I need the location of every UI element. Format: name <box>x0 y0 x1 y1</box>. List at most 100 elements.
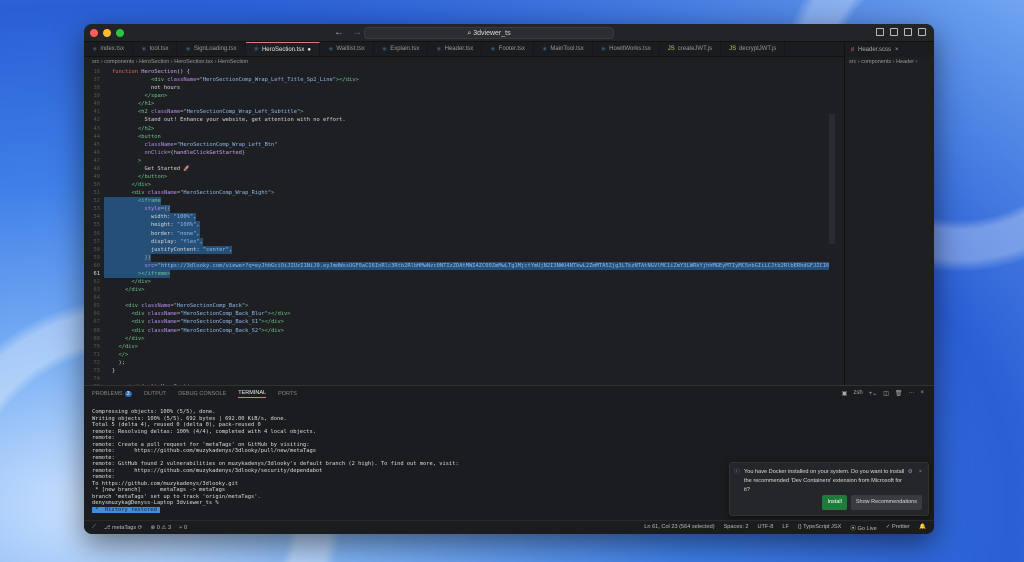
tab-ports[interactable]: PORTS <box>278 391 297 397</box>
line-number: 37 <box>93 77 101 84</box>
code-token: "HeroSectionComp_Wrap_Right" <box>180 190 272 197</box>
code-token: <iframe <box>137 198 161 205</box>
shell-selector[interactable]: zsh <box>853 390 862 397</box>
terminal-icon: ▣ <box>841 391 848 397</box>
code-text: justifyContent: "center", <box>104 245 233 254</box>
line-number: 42 <box>93 117 101 124</box>
back-arrow-icon[interactable]: ← <box>334 27 344 38</box>
ports-indicator[interactable]: ⑂ 0 <box>179 525 187 531</box>
language-mode[interactable]: {} TypeScript JSX <box>798 524 841 532</box>
forward-arrow-icon[interactable]: → <box>352 27 362 38</box>
branch-indicator[interactable]: ⎇ metaTags ⟳ <box>104 525 143 531</box>
tab-createjwt-js[interactable]: JS createJWT.js <box>660 42 722 56</box>
problems-count-badge: 3 <box>124 391 132 397</box>
code-token: className <box>147 190 177 197</box>
gear-icon[interactable]: ⚙ <box>908 468 913 477</box>
code-token: () { <box>176 69 190 75</box>
close-notification-icon[interactable]: × <box>919 468 922 477</box>
code-token: Get Started 🚀 <box>112 165 191 172</box>
line-number: 44 <box>93 133 101 140</box>
tab-signloading-tsx[interactable]: ⚛ SignLoading.tsx <box>177 42 246 56</box>
close-window-button[interactable] <box>90 28 98 37</box>
toggle-panel-icon[interactable] <box>890 28 898 36</box>
code-token: <div <box>131 319 148 326</box>
code-text: function HeroSection() { <box>104 68 190 76</box>
tab-explain-tsx[interactable]: ⚛ Explain.tsx <box>374 42 429 56</box>
tab-maintool-tsx[interactable]: ⚛ MainTool.tsx <box>534 42 593 56</box>
tsx-file-icon: ⚛ <box>490 46 496 53</box>
indentation[interactable]: Spaces: 2 <box>724 524 749 532</box>
tab-footer-tsx[interactable]: ⚛ Footer.tsx <box>482 42 535 56</box>
tab-waitlist-tsx[interactable]: ⚛ Waitlist.tsx <box>320 42 374 56</box>
prettier-status[interactable]: ✓ Prettier <box>886 524 910 532</box>
trash-icon[interactable]: 🗑 <box>895 390 903 397</box>
command-center-search[interactable]: ⌕ 3dviewer_ts <box>364 27 614 39</box>
title-bar: ← → ⌕ 3dviewer_ts <box>84 24 934 42</box>
more-icon[interactable]: ··· <box>908 390 914 397</box>
line-number: 67 <box>93 319 101 326</box>
tab-decryptjwt-js[interactable]: JS decryptJWT.js <box>721 42 786 56</box>
line-number: 61 <box>93 270 101 277</box>
code-line: 52 <iframe <box>84 197 844 206</box>
line-number: 62 <box>93 279 101 286</box>
editor-scrollbar[interactable] <box>829 114 835 244</box>
tab-tool-tsx[interactable]: ⚛ tool.tsx <box>133 42 178 56</box>
modified-dot-icon[interactable]: ● <box>307 47 311 53</box>
tab-header-tsx[interactable]: ⚛ Header.tsx <box>428 42 483 56</box>
code-text: <iframe <box>104 197 161 206</box>
code-text: </span> <box>104 92 167 100</box>
code-line: 63 </div> <box>84 286 844 294</box>
code-token: } <box>112 367 116 374</box>
code-editor[interactable]: 16 function HeroSection() {37 <div classN… <box>84 68 844 385</box>
tab-problems[interactable]: PROBLEMS 3 <box>92 391 132 397</box>
maximize-window-button[interactable] <box>116 28 124 37</box>
tab-label: MainTool.tsx <box>550 46 584 52</box>
code-line: 45 className="HeroSectionComp_Wrap_Left_… <box>84 141 844 149</box>
customize-layout-icon[interactable] <box>918 28 926 36</box>
right-breadcrumb: src › components › Header › <box>849 59 918 65</box>
toggle-sidebar-icon[interactable] <box>876 28 884 36</box>
remote-icon[interactable]: ⟋ <box>92 524 96 531</box>
code-line: 72 ); <box>84 359 844 367</box>
code-text: </button> <box>104 173 167 181</box>
code-text: </div> <box>104 181 150 189</box>
tab-herosection-tsx[interactable]: ⚛ HeroSection.tsx ● <box>245 42 320 56</box>
js-file-icon: JS <box>729 46 737 52</box>
tab-index-tsx[interactable]: ⚛ index.tsx <box>84 42 134 56</box>
line-ending[interactable]: LF <box>782 524 789 532</box>
minimize-window-button[interactable] <box>103 28 111 37</box>
toggle-secondary-sidebar-icon[interactable] <box>904 28 912 36</box>
tab-terminal[interactable]: TERMINAL <box>238 390 267 398</box>
install-button[interactable]: Install <box>822 495 847 510</box>
tab-howitworks-tsx[interactable]: ⚛ HowItWorks.tsx <box>593 42 660 56</box>
code-line: 70 </div> <box>84 343 844 351</box>
go-live-button[interactable]: ⦿ Go Live <box>850 524 876 532</box>
line-number: 54 <box>93 214 101 221</box>
tab-debug-console[interactable]: DEBUG CONSOLE <box>178 391 226 397</box>
show-recommendations-button[interactable]: Show Recommendations <box>850 495 922 510</box>
close-panel-icon[interactable]: × <box>920 390 924 397</box>
code-token: className <box>147 311 177 318</box>
split-terminal-icon[interactable]: ◫ <box>883 390 889 397</box>
code-line: 43 </h2> <box>84 125 844 133</box>
problems-indicator[interactable]: ⊗ 0 ⚠ 3 <box>150 525 171 531</box>
tsx-file-icon: ⚛ <box>185 46 191 53</box>
notifications-bell-icon[interactable]: 🔔 <box>919 524 926 532</box>
line-number: 69 <box>93 335 101 342</box>
code-text: <div className="HeroSectionComp_Back_S1"… <box>104 318 284 326</box>
new-terminal-icon[interactable]: +⌄ <box>869 390 878 397</box>
cursor-position[interactable]: Ln 61, Col 23 (564 selected) <box>644 524 714 532</box>
code-line: 51 <div className="HeroSectionComp_Wrap_… <box>84 189 844 197</box>
tab-header-scss[interactable]: Header.scss <box>858 47 891 53</box>
close-tab-icon[interactable]: × <box>895 47 899 53</box>
code-token: </button> <box>137 174 168 181</box>
tab-output[interactable]: OUTPUT <box>144 391 167 397</box>
encoding[interactable]: UTF-8 <box>757 524 773 532</box>
code-text: ></iframe> <box>104 269 171 279</box>
editor-tabs: ⚛ index.tsx ⚛ tool.tsx ⚛ SignLoading.tsx ⚛ Hero… <box>84 42 844 57</box>
